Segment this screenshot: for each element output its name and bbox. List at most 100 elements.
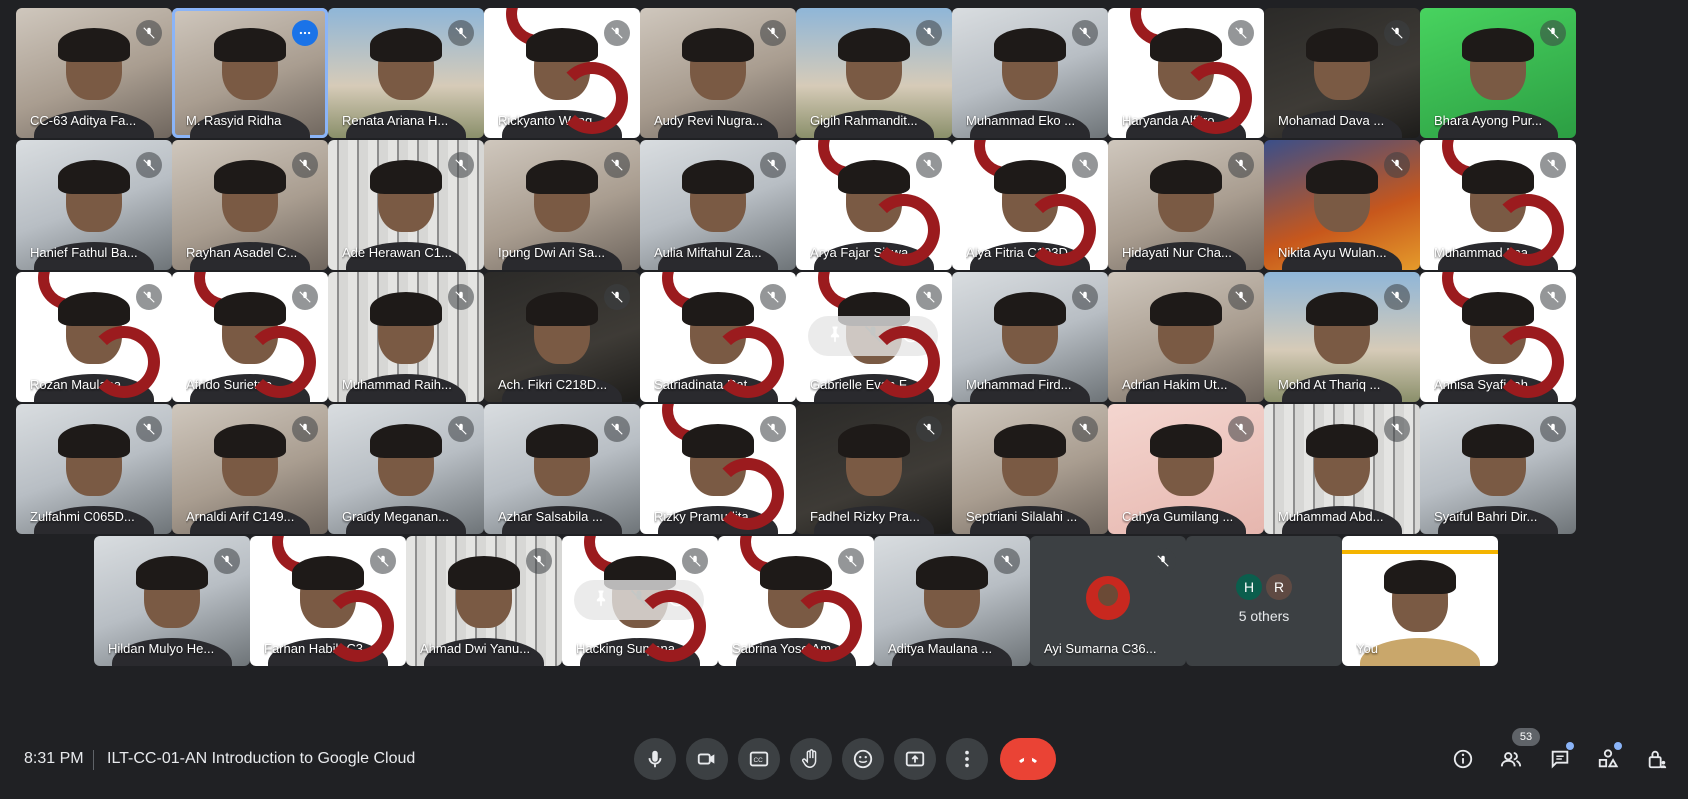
participant-tile[interactable]: Gigih Rahmandit... bbox=[796, 8, 952, 138]
participant-tile[interactable]: Muhammad Abd... bbox=[1264, 404, 1420, 534]
participant-tile[interactable]: Rickyanto Wang... bbox=[484, 8, 640, 138]
participant-tile[interactable]: Hidayati Nur Cha... bbox=[1108, 140, 1264, 270]
participant-tile[interactable]: Ipung Dwi Ari Sa... bbox=[484, 140, 640, 270]
participant-tile[interactable]: Nikita Ayu Wulan... bbox=[1264, 140, 1420, 270]
participant-tile[interactable]: Graidy Meganan... bbox=[328, 404, 484, 534]
participant-tile[interactable]: Ach. Fikri C218D... bbox=[484, 272, 640, 402]
hand-icon bbox=[802, 749, 817, 768]
participant-tile[interactable]: Audy Revi Nugra... bbox=[640, 8, 796, 138]
mic-off-icon bbox=[292, 284, 318, 310]
participant-tile[interactable]: Mohd At Thariq ... bbox=[1264, 272, 1420, 402]
pin-icon[interactable] bbox=[591, 588, 611, 613]
participant-tile[interactable]: Muhammad Eko ... bbox=[952, 8, 1108, 138]
self-tile[interactable]: You bbox=[1342, 536, 1498, 666]
captions-button[interactable]: CC bbox=[738, 738, 780, 780]
participant-name: Nikita Ayu Wulan... bbox=[1278, 245, 1387, 260]
mic-off-icon bbox=[526, 548, 552, 574]
mic-off-icon bbox=[1384, 20, 1410, 46]
participant-tile[interactable]: Alya Fitria C193D... bbox=[952, 140, 1108, 270]
participant-tile[interactable]: Farhan Habib C3... bbox=[250, 536, 406, 666]
meeting-details-button[interactable] bbox=[1444, 740, 1482, 778]
participant-tile[interactable]: Arnaldi Arif C149... bbox=[172, 404, 328, 534]
mic-off-icon[interactable] bbox=[863, 324, 883, 349]
participant-tile[interactable]: Aulia Miftahul Za... bbox=[640, 140, 796, 270]
more-vert-icon[interactable] bbox=[292, 20, 318, 46]
chat-icon bbox=[1551, 750, 1569, 769]
participant-name: Audy Revi Nugra... bbox=[654, 113, 764, 128]
participant-tile[interactable]: Aditya Maulana ... bbox=[874, 536, 1030, 666]
participant-name: Ach. Fikri C218D... bbox=[498, 377, 608, 392]
bottom-bar: 8:31 PM ILT-CC-01-AN Introduction to Goo… bbox=[0, 720, 1688, 799]
participant-tile[interactable]: Rayhan Asadel C... bbox=[172, 140, 328, 270]
participant-tile[interactable]: Cahya Gumilang ... bbox=[1108, 404, 1264, 534]
participant-name: Muhammad Eko ... bbox=[966, 113, 1076, 128]
participant-tile[interactable]: Fadhel Rizky Pra... bbox=[796, 404, 952, 534]
pin-icon[interactable] bbox=[825, 324, 845, 349]
meeting-title: ILT-CC-01-AN Introduction to Google Clou… bbox=[107, 750, 416, 767]
participant-tile[interactable]: Muhammad Fird... bbox=[952, 272, 1108, 402]
present-button[interactable] bbox=[894, 738, 936, 780]
participant-name: Afrido Surietno ... bbox=[186, 377, 287, 392]
participant-tile[interactable]: Haryanda Alfitro... bbox=[1108, 8, 1264, 138]
remove-icon[interactable] bbox=[667, 588, 687, 613]
participant-tile[interactable]: Muhammad Ima... bbox=[1420, 140, 1576, 270]
mic-off-icon bbox=[760, 416, 786, 442]
mic-off-icon bbox=[1072, 152, 1098, 178]
reactions-button[interactable] bbox=[842, 738, 884, 780]
participant-tile[interactable]: Hildan Mulyo He... bbox=[94, 536, 250, 666]
participant-tile[interactable]: Afrido Surietno ... bbox=[172, 272, 328, 402]
participant-name: Hacking Suryana... bbox=[576, 641, 686, 656]
participant-tile[interactable]: Annisa Syafiqah ... bbox=[1420, 272, 1576, 402]
participant-tile[interactable]: Rozan Maulana ... bbox=[16, 272, 172, 402]
participant-tile[interactable]: Adrian Hakim Ut... bbox=[1108, 272, 1264, 402]
raise-hand-button[interactable] bbox=[790, 738, 832, 780]
participant-tile[interactable]: Septriani Silalahi ... bbox=[952, 404, 1108, 534]
mic-off-icon bbox=[1384, 152, 1410, 178]
participant-tile[interactable]: Syaiful Bahri Dir... bbox=[1420, 404, 1576, 534]
participant-name: Mohamad Dava ... bbox=[1278, 113, 1385, 128]
remove-icon[interactable] bbox=[901, 324, 921, 349]
camera-button[interactable] bbox=[686, 738, 728, 780]
participant-tile[interactable]: Renata Ariana H... bbox=[328, 8, 484, 138]
mic-off-icon bbox=[916, 152, 942, 178]
participant-tile[interactable]: Hanief Fathul Ba... bbox=[16, 140, 172, 270]
captions-icon: CC bbox=[749, 751, 769, 767]
participant-tile[interactable]: Ayi Sumarna C36... bbox=[1030, 536, 1186, 666]
mic-off-icon bbox=[1072, 284, 1098, 310]
participant-tile[interactable]: Sabrina Yose Am... bbox=[718, 536, 874, 666]
participant-name: Rozan Maulana ... bbox=[30, 377, 136, 392]
participant-tile-active[interactable]: M. Rasyid Ridha bbox=[172, 8, 328, 138]
participant-name: Hidayati Nur Cha... bbox=[1122, 245, 1232, 260]
host-controls-button[interactable] bbox=[1638, 740, 1676, 778]
microphone-icon bbox=[648, 750, 662, 768]
participant-tile[interactable]: Zulfahmi C065D... bbox=[16, 404, 172, 534]
more-options-button[interactable] bbox=[946, 738, 988, 780]
participant-tile-hovered[interactable]: Gabrielle Evan F... bbox=[796, 272, 952, 402]
participant-tile[interactable]: Bhara Ayong Pur... bbox=[1420, 8, 1576, 138]
mic-off-icon bbox=[760, 152, 786, 178]
participant-tile[interactable]: Arya Fajar Siswa... bbox=[796, 140, 952, 270]
mic-off-icon bbox=[214, 548, 240, 574]
participant-tile[interactable]: Satriadinata Rat... bbox=[640, 272, 796, 402]
participant-tile[interactable]: Azhar Salsabila ... bbox=[484, 404, 640, 534]
participant-tile[interactable]: Mohamad Dava ... bbox=[1264, 8, 1420, 138]
participant-tile[interactable]: Rizky Pramudita ... bbox=[640, 404, 796, 534]
microphone-button[interactable] bbox=[634, 738, 676, 780]
participant-tile[interactable]: CC-63 Aditya Fa... bbox=[16, 8, 172, 138]
mic-off-icon bbox=[838, 548, 864, 574]
participant-name: Aditya Maulana ... bbox=[888, 641, 993, 656]
others-tile[interactable]: H R 5 others bbox=[1186, 536, 1342, 666]
mic-off-icon bbox=[136, 152, 162, 178]
participant-tile-hovered[interactable]: Hacking Suryana... bbox=[562, 536, 718, 666]
divider bbox=[93, 750, 94, 770]
participant-tile[interactable]: Ade Herawan C1... bbox=[328, 140, 484, 270]
mic-off-icon bbox=[448, 284, 474, 310]
participant-name: Syaiful Bahri Dir... bbox=[1434, 509, 1538, 524]
leave-call-button[interactable] bbox=[1000, 738, 1056, 780]
mic-off-icon bbox=[136, 416, 162, 442]
participant-tile[interactable]: Muhammad Raih... bbox=[328, 272, 484, 402]
participant-tile[interactable]: Ahmad Dwi Yanu... bbox=[406, 536, 562, 666]
mic-off-icon[interactable] bbox=[629, 588, 649, 613]
mic-off-icon bbox=[1540, 20, 1566, 46]
participant-name: Azhar Salsabila ... bbox=[498, 509, 603, 524]
